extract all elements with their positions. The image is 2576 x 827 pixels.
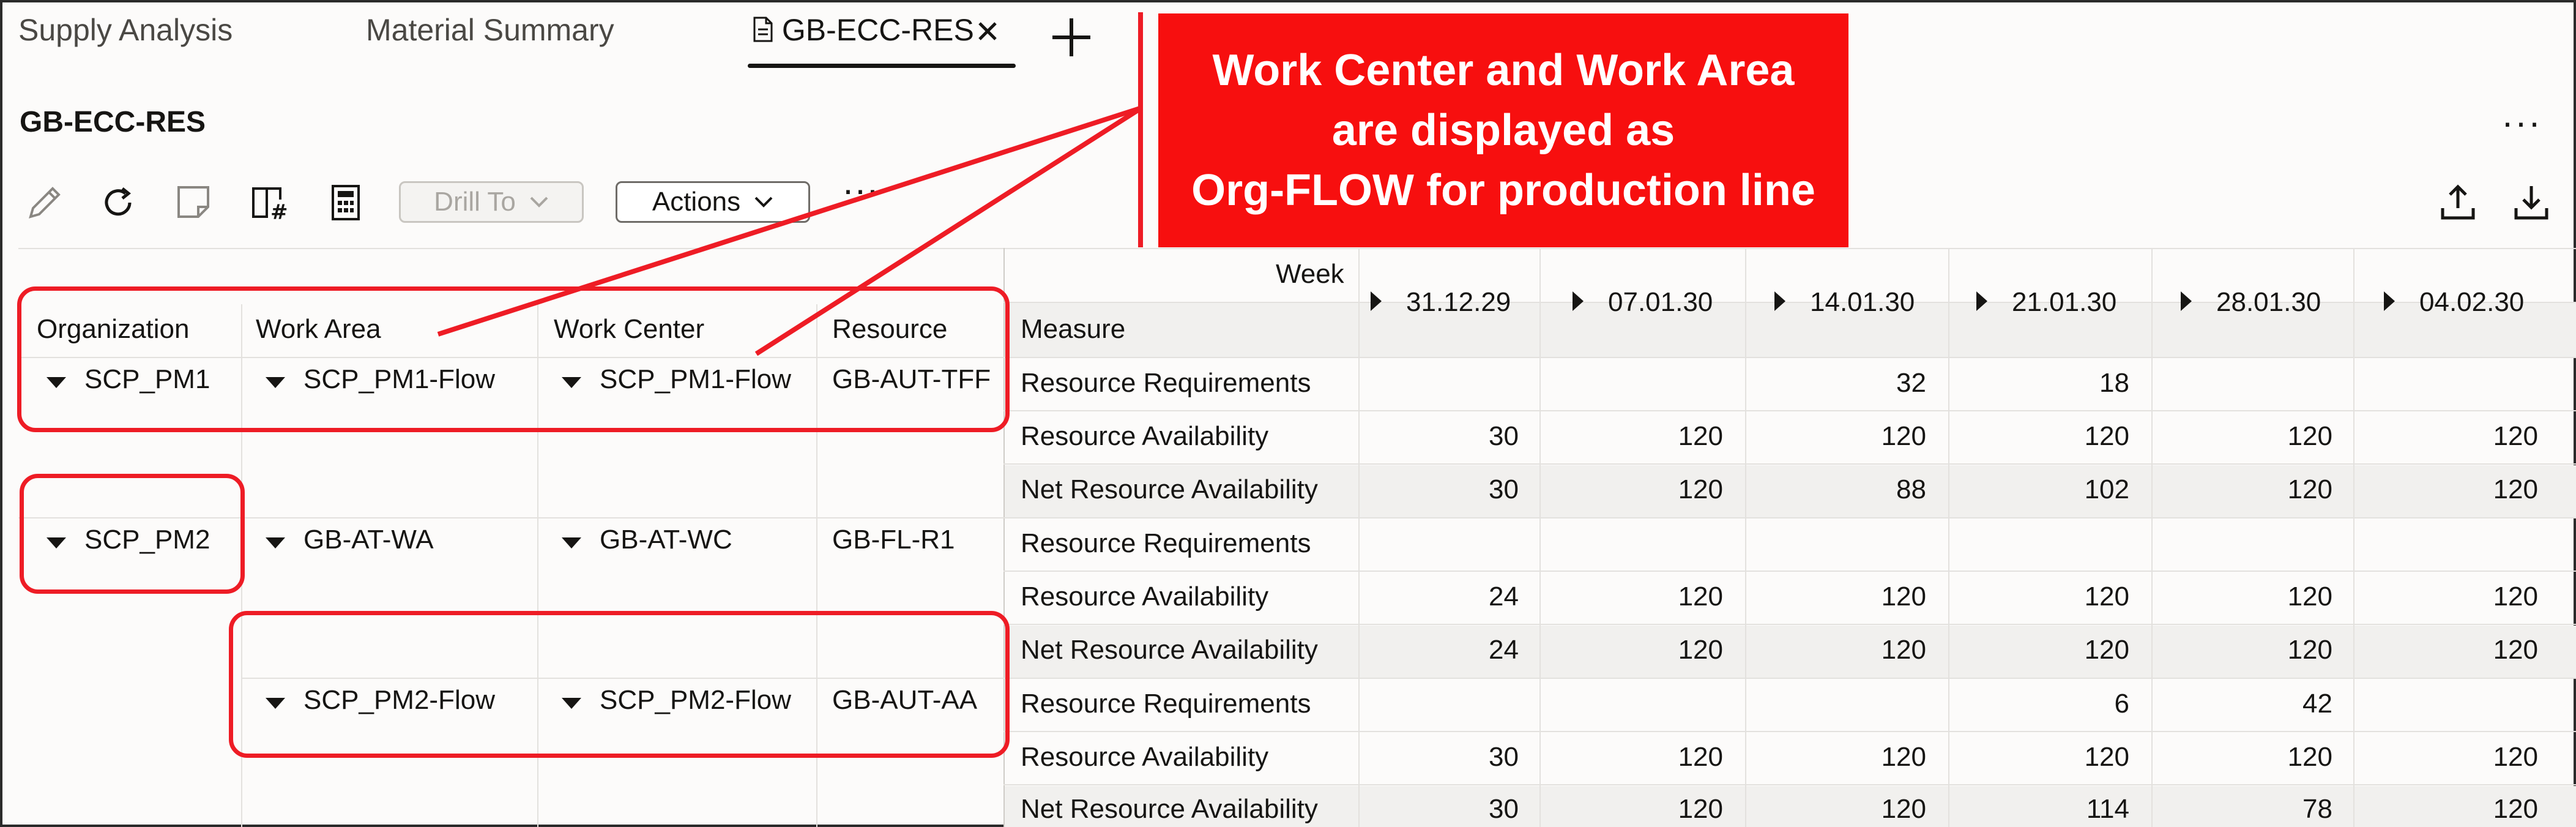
annotation-callout: Work Center and Work Area are displayed …	[1158, 13, 1848, 247]
callout-line: Work Center and Work Area	[1212, 46, 1795, 95]
callout-line: Org-FLOW for production line	[1191, 166, 1815, 215]
callout-line: are displayed as	[1331, 106, 1675, 155]
